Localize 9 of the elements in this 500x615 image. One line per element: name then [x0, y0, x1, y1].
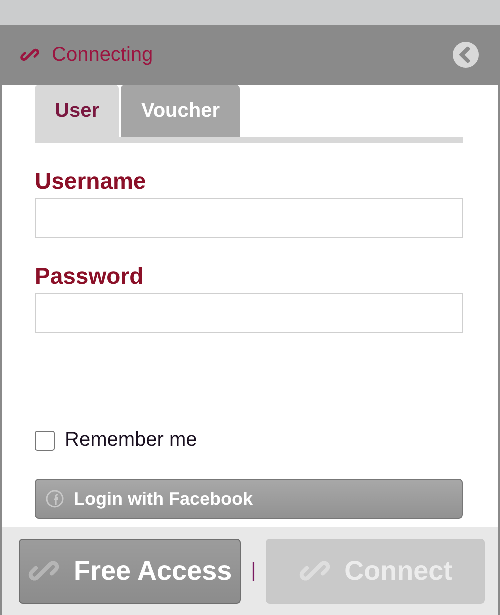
checkbox-label: Remember me: [65, 429, 198, 452]
facebook-login-button[interactable]: Login with Facebook: [35, 479, 463, 519]
action-button[interactable]: Free Access: [19, 538, 242, 604]
field-label: Username: [35, 168, 148, 195]
separator: |: [251, 560, 256, 582]
tab[interactable]: Voucher: [121, 85, 240, 137]
tab[interactable]: User: [35, 85, 120, 137]
field-label: Password: [35, 263, 145, 290]
header-title: Connecting: [52, 44, 154, 66]
